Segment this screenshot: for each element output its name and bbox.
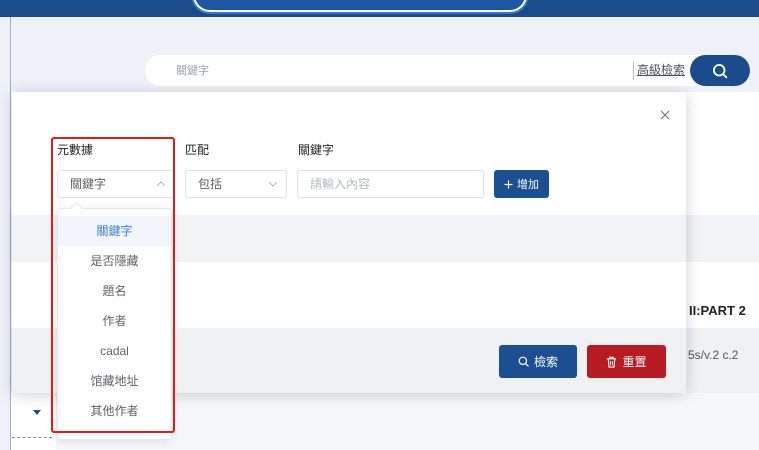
search-divider (633, 62, 634, 80)
dashed-divider (12, 437, 52, 438)
close-icon (660, 110, 670, 120)
match-column-label: 匹配 (185, 143, 210, 157)
dropdown-option[interactable]: 是否隱藏 (58, 246, 171, 276)
add-condition-button[interactable]: 增加 (494, 170, 549, 198)
plus-icon (504, 180, 513, 189)
search-input[interactable] (176, 55, 616, 86)
metadata-column-label: 元數據 (57, 143, 94, 157)
add-condition-label: 增加 (517, 179, 539, 191)
dialog-search-button[interactable]: 檢索 (499, 345, 577, 378)
dialog-search-label: 檢索 (533, 355, 558, 369)
match-select[interactable]: 包括 (185, 170, 287, 198)
reset-button[interactable]: 重置 (587, 345, 666, 378)
result-call-number: 5s/v.2 c.2 (688, 348, 739, 362)
keyword-input[interactable] (297, 170, 484, 198)
result-title: II:PART 2 (689, 303, 746, 318)
dropdown-option[interactable]: 題名 (58, 276, 171, 306)
bottom-left-cell (11, 393, 56, 450)
search-bar: 高級檢索 (145, 55, 750, 86)
caret-down-icon[interactable] (33, 410, 41, 416)
match-select-value: 包括 (198, 177, 223, 191)
metadata-dropdown: 關鍵字 是否隱藏 題名 作者 cadal 馆藏地址 其他作者 (57, 208, 172, 440)
header-pill (193, 0, 527, 12)
dropdown-option[interactable]: cadal (58, 336, 171, 366)
search-icon (712, 63, 728, 79)
close-button[interactable] (658, 108, 672, 122)
metadata-select-value: 關鍵字 (70, 177, 107, 191)
dropdown-option[interactable]: 關鍵字 (58, 216, 171, 246)
chevron-down-icon (268, 179, 278, 189)
dropdown-option[interactable]: 馆藏地址 (58, 366, 171, 396)
dropdown-option[interactable]: 作者 (58, 306, 171, 336)
metadata-select[interactable]: 關鍵字 (57, 170, 175, 198)
search-icon (518, 356, 529, 367)
reset-label: 重置 (622, 355, 647, 369)
keyword-column-label: 關鍵字 (298, 143, 335, 157)
dropdown-option[interactable]: 其他作者 (58, 396, 171, 426)
advanced-search-link[interactable]: 高級檢索 (637, 55, 685, 86)
chevron-up-icon (156, 179, 166, 189)
search-button[interactable] (690, 55, 750, 86)
trash-icon (606, 356, 617, 368)
